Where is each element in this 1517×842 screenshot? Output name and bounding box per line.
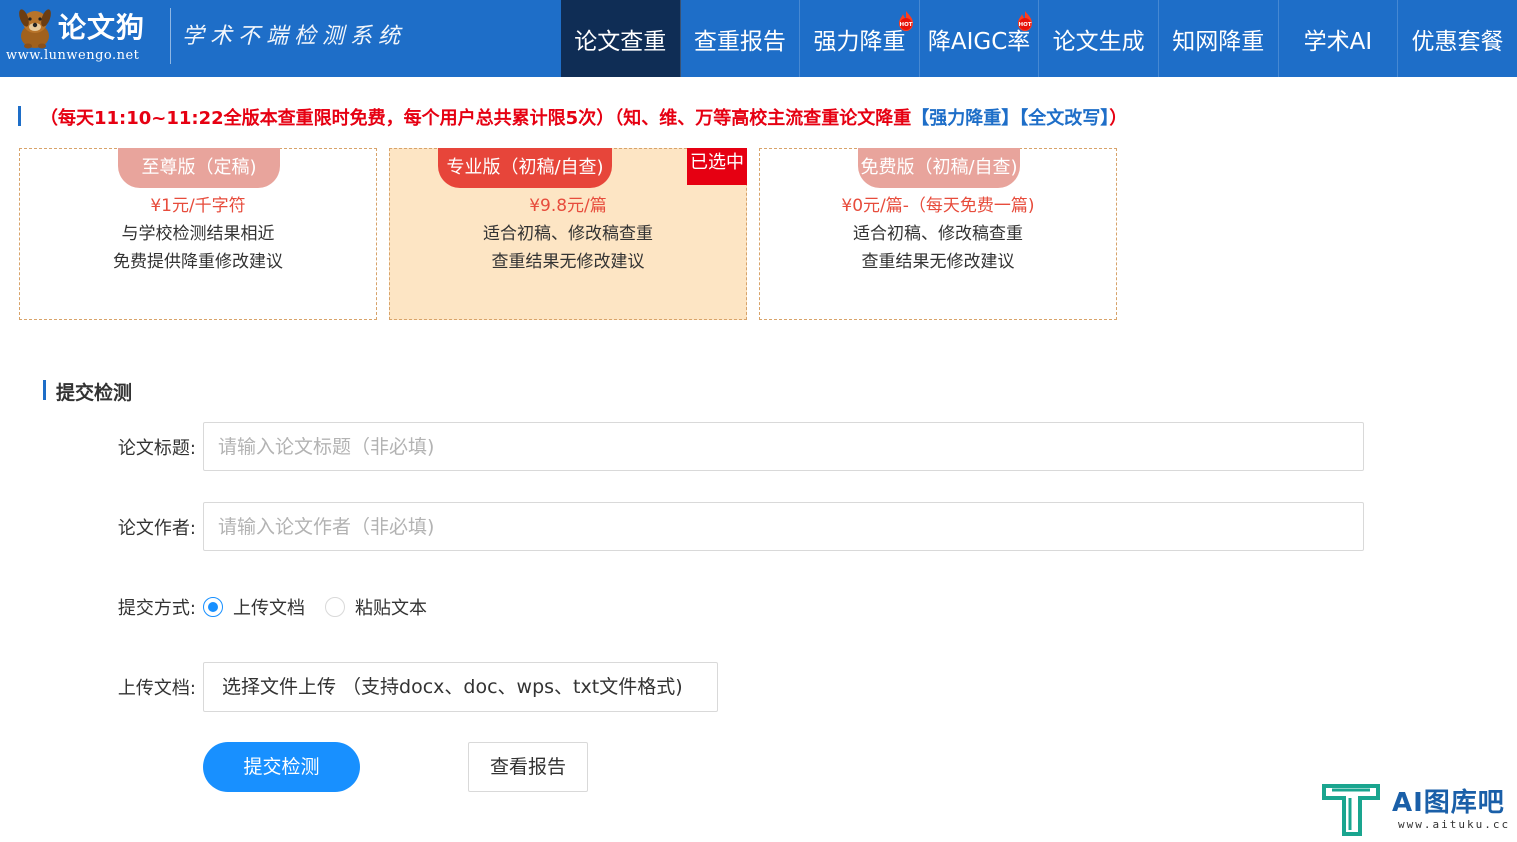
nav-label: 强力降重 [813,28,906,55]
plan-card-free[interactable]: 免费版（初稿/自查) ¥0元/篇-（每天免费一篇) 适合初稿、修改稿查重 查重结… [759,148,1117,320]
title-label: 论文标题: [117,438,196,459]
hot-badge-text: HOT [899,22,912,28]
main-nav: 论文查重 查重报告 强力降重 HOT 降AIGC率 HOT 论文生成 知网降重 … [561,0,1517,77]
plan-description: 免费提供降重修改建议 [113,252,283,272]
nav-label: 优惠套餐 [1411,28,1504,55]
nav-item-paper-generate[interactable]: 论文生成 [1039,0,1159,77]
nav-label: 论文生成 [1052,28,1145,55]
nav-item-paper-check[interactable]: 论文查重 [561,0,681,77]
brand-name: 论文狗 [58,11,146,44]
nav-item-cnki-rewrite[interactable]: 知网降重 [1159,0,1279,77]
notice-accent-bar [18,106,21,126]
paper-title-input[interactable] [203,422,1364,471]
section-accent-bar [43,380,46,400]
nav-label: 知网降重 [1172,28,1265,55]
paste-text-radio[interactable] [325,597,345,617]
plan-price: ¥9.8元/篇 [529,196,607,216]
notice-text: （每天11:10~11:22全版本查重限时免费，每个用户总共累计限5次）（知、维… [40,108,912,129]
nav-item-reduce-aigc[interactable]: 降AIGC率 HOT [920,0,1040,77]
hot-flame-icon: HOT [895,10,917,32]
dog-mascot-icon [19,9,51,49]
nav-item-strong-rewrite[interactable]: 强力降重 HOT [800,0,920,77]
full-rewrite-link[interactable]: 【全文改写】 [1019,108,1109,129]
top-header: 论文狗 www.lunwengo.net 学术不端检测系统 论文查重 查重报告 … [0,0,1517,77]
plan-price: ¥0元/篇-（每天免费一篇) [841,196,1035,216]
nav-label: 学术AI [1303,28,1373,55]
site-slogan: 学术不端检测系统 [182,24,407,49]
plan-card-professional[interactable]: 专业版（初稿/自查) 已选中 ¥9.8元/篇 适合初稿、修改稿查重 查重结果无修… [389,148,747,320]
view-report-button[interactable]: 查看报告 [468,742,588,792]
nav-label: 查重报告 [693,28,786,55]
plan-tag: 免费版（初稿/自查) [858,148,1020,188]
aituku-logo-icon [1322,784,1380,836]
notice-text-end: ） [1109,108,1128,129]
watermark-name: AI图库吧 [1392,788,1505,818]
logo-divider [170,8,171,64]
nav-label: 论文查重 [574,28,667,55]
hot-badge-text: HOT [1019,22,1032,28]
section-title: 提交检测 [56,382,133,404]
plan-description: 与学校检测结果相近 [121,224,275,244]
plan-description: 适合初稿、修改稿查重 [483,224,653,244]
plan-tag: 专业版（初稿/自查) [438,148,612,188]
plan-price: ¥1元/千字符 [150,196,246,216]
author-label: 论文作者: [117,518,196,539]
site-logo[interactable]: 论文狗 www.lunwengo.net [0,0,170,77]
plan-description: 查重结果无修改建议 [491,252,645,272]
upload-doc-radio[interactable] [203,597,223,617]
paper-author-input[interactable] [203,502,1364,551]
nav-item-discount-packages[interactable]: 优惠套餐 [1398,0,1517,77]
brand-url: www.lunwengo.net [6,48,140,63]
submit-method-group: 上传文档 粘贴文本 [203,594,447,620]
submit-method-label: 提交方式: [117,598,196,619]
plan-card-premium[interactable]: 至尊版（定稿) ¥1元/千字符 与学校检测结果相近 免费提供降重修改建议 [19,148,377,320]
plan-description: 适合初稿、修改稿查重 [853,224,1023,244]
upload-label: 上传文档: [117,678,196,699]
plan-description: 查重结果无修改建议 [861,252,1015,272]
strong-rewrite-link[interactable]: 【强力降重】 [911,108,1019,129]
radio-label[interactable]: 上传文档 [233,594,305,620]
nav-item-academic-ai[interactable]: 学术AI [1279,0,1399,77]
hot-flame-icon: HOT [1014,10,1036,32]
radio-label[interactable]: 粘贴文本 [355,594,427,620]
plan-tag: 至尊版（定稿) [118,148,280,188]
submit-check-button[interactable]: 提交检测 [203,742,360,792]
promo-notice: （每天11:10~11:22全版本查重限时免费，每个用户总共累计限5次）（知、维… [40,104,1127,130]
watermark-url: www.aituku.cc [1398,818,1511,831]
selected-badge: 已选中 [687,148,747,185]
nav-item-check-report[interactable]: 查重报告 [681,0,801,77]
choose-file-button[interactable]: 选择文件上传 （支持docx、doc、wps、txt文件格式) [203,662,718,712]
